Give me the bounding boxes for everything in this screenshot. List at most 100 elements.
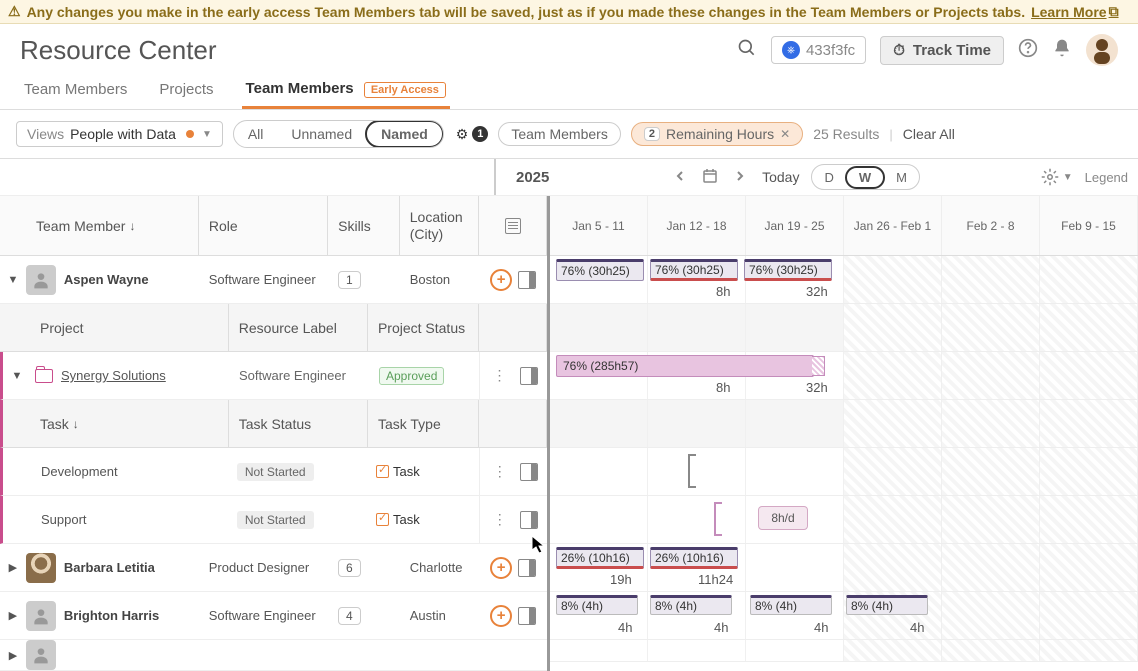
today-button[interactable]: Today [762, 169, 799, 185]
member-row-partial: ▶ [0, 640, 547, 671]
panel-toggle-icon[interactable] [518, 559, 536, 577]
status-badge: Not Started [237, 511, 314, 529]
allocation-bar[interactable]: 76% (30h25) [556, 259, 644, 281]
col-task-status[interactable]: Task Status [229, 400, 368, 447]
allocation-bar[interactable]: 8% (4h) [556, 595, 638, 615]
hours-per-day-bar[interactable]: 8h/d [758, 506, 808, 530]
hours-label: 19h [610, 572, 632, 587]
member-name[interactable]: Barbara Letitia [64, 560, 155, 575]
collapse-icon[interactable]: ▼ [0, 274, 26, 286]
allocation-bar[interactable]: 8% (4h) [650, 595, 732, 615]
expand-icon[interactable]: ▶ [0, 561, 26, 574]
col-location[interactable]: Location(City) [400, 196, 480, 255]
notifications-icon[interactable] [1052, 38, 1072, 63]
tab-projects[interactable]: Projects [155, 73, 217, 109]
col-actions [479, 196, 547, 255]
tab-team-members-ea[interactable]: Team Members Early Access [242, 72, 450, 109]
col-team-member[interactable]: Team Member↓ [0, 196, 199, 255]
more-menu-icon[interactable]: ⋮ [490, 463, 510, 480]
more-menu-icon[interactable]: ⋮ [490, 367, 510, 384]
calendar-icon[interactable] [702, 168, 718, 187]
year-label: 2025 [516, 169, 549, 186]
panel-toggle-icon[interactable] [520, 511, 538, 529]
hours-label: 8h [716, 284, 730, 299]
layout-toggle-icon[interactable] [505, 218, 521, 234]
avatar-placeholder [26, 601, 56, 631]
period-week[interactable]: W [845, 166, 885, 189]
period-day[interactable]: D [812, 168, 845, 187]
allocation-bar[interactable]: 8% (4h) [846, 595, 928, 615]
col-role[interactable]: Role [199, 196, 328, 255]
member-role: Software Engineer [199, 602, 328, 629]
allocation-bar[interactable]: 26% (10h16) [650, 547, 738, 569]
expand-icon[interactable]: ▶ [0, 649, 26, 662]
member-location: Charlotte [400, 554, 480, 582]
add-button[interactable]: + [490, 557, 512, 579]
legend-button[interactable]: Legend [1085, 170, 1128, 185]
panel-toggle-icon[interactable] [520, 463, 538, 481]
col-task-type[interactable]: Task Type [368, 400, 479, 447]
task-name[interactable]: Support [33, 512, 229, 527]
col-project-status[interactable]: Project Status [368, 304, 479, 351]
resource-grid: Team Member↓ Role Skills Location(City) … [0, 196, 1138, 671]
panel-toggle-icon[interactable] [518, 271, 536, 289]
help-icon[interactable] [1018, 38, 1038, 63]
expand-icon[interactable]: ▶ [0, 609, 26, 622]
allocation-bar[interactable]: 76% (30h25) [744, 259, 832, 281]
seg-all[interactable]: All [234, 122, 278, 146]
more-menu-icon[interactable]: ⋮ [490, 511, 510, 528]
col-project[interactable]: Project [30, 304, 229, 351]
allocation-bar[interactable]: 26% (10h16) [556, 547, 644, 569]
project-bar[interactable]: 76% (285h57) [556, 355, 814, 377]
chip-remove-icon[interactable]: ✕ [780, 127, 790, 141]
chevron-down-icon: ▼ [202, 129, 212, 140]
bracket-marker[interactable] [688, 454, 696, 488]
next-period-button[interactable] [730, 165, 750, 189]
add-button[interactable]: + [490, 269, 512, 291]
folder-icon [35, 369, 53, 383]
project-name-link[interactable]: Synergy Solutions [61, 368, 166, 383]
panel-toggle-icon[interactable] [520, 367, 538, 385]
period-group: D W M [811, 164, 920, 190]
tab-team-members[interactable]: Team Members [20, 73, 131, 109]
chip-team-members[interactable]: Team Members [498, 122, 620, 146]
seg-unnamed[interactable]: Unnamed [277, 122, 366, 146]
views-dropdown[interactable]: Views People with Data ▼ [16, 121, 223, 147]
prev-period-button[interactable] [670, 165, 690, 189]
settings-button[interactable]: ▼ [1041, 168, 1073, 186]
project-row-synergy: ▼ Synergy Solutions Software Engineer Ap… [0, 352, 547, 400]
kubernetes-icon: ⎈ [782, 41, 800, 59]
filter-count[interactable]: ⚙ 1 [456, 126, 489, 143]
user-avatar[interactable] [1086, 34, 1118, 66]
seg-named[interactable]: Named [365, 120, 444, 148]
col-skills[interactable]: Skills [328, 196, 400, 255]
search-icon[interactable] [737, 38, 757, 63]
col-task[interactable]: Task↓ [30, 400, 229, 447]
col-resource-label[interactable]: Resource Label [229, 304, 368, 351]
task-name[interactable]: Development [33, 464, 229, 479]
add-button[interactable]: + [490, 605, 512, 627]
learn-more-link[interactable]: Learn More ⧉ [1031, 3, 1118, 20]
date-col: Jan 5 - 11 [550, 196, 648, 255]
pod-badge[interactable]: ⎈ 433f3fc [771, 36, 866, 64]
clear-all-link[interactable]: Clear All [903, 126, 955, 142]
allocation-bar[interactable]: 76% (30h25) [650, 259, 738, 281]
task-type-icon [376, 465, 389, 478]
collapse-icon[interactable]: ▼ [7, 370, 27, 382]
chip-remaining-hours[interactable]: 2 Remaining Hours ✕ [631, 122, 803, 146]
bracket-marker[interactable] [714, 502, 722, 536]
allocation-bar[interactable]: 8% (4h) [750, 595, 832, 615]
sliders-icon: ⚙ [456, 126, 469, 143]
warning-icon: ⚠ [8, 3, 21, 20]
member-name[interactable]: Brighton Harris [64, 608, 159, 623]
main-tabs: Team Members Projects Team Members Early… [0, 72, 1138, 110]
period-month[interactable]: M [884, 168, 919, 187]
results-count: 25 Results [813, 126, 879, 142]
panel-toggle-icon[interactable] [518, 607, 536, 625]
member-name[interactable]: Aspen Wayne [64, 272, 149, 287]
early-access-badge: Early Access [364, 82, 446, 98]
timeline-row-subheader [550, 304, 1138, 352]
name-filter-group: All Unnamed Named [233, 120, 444, 148]
hours-label: 4h [910, 620, 924, 635]
track-time-button[interactable]: ⏱ Track Time [880, 36, 1004, 65]
